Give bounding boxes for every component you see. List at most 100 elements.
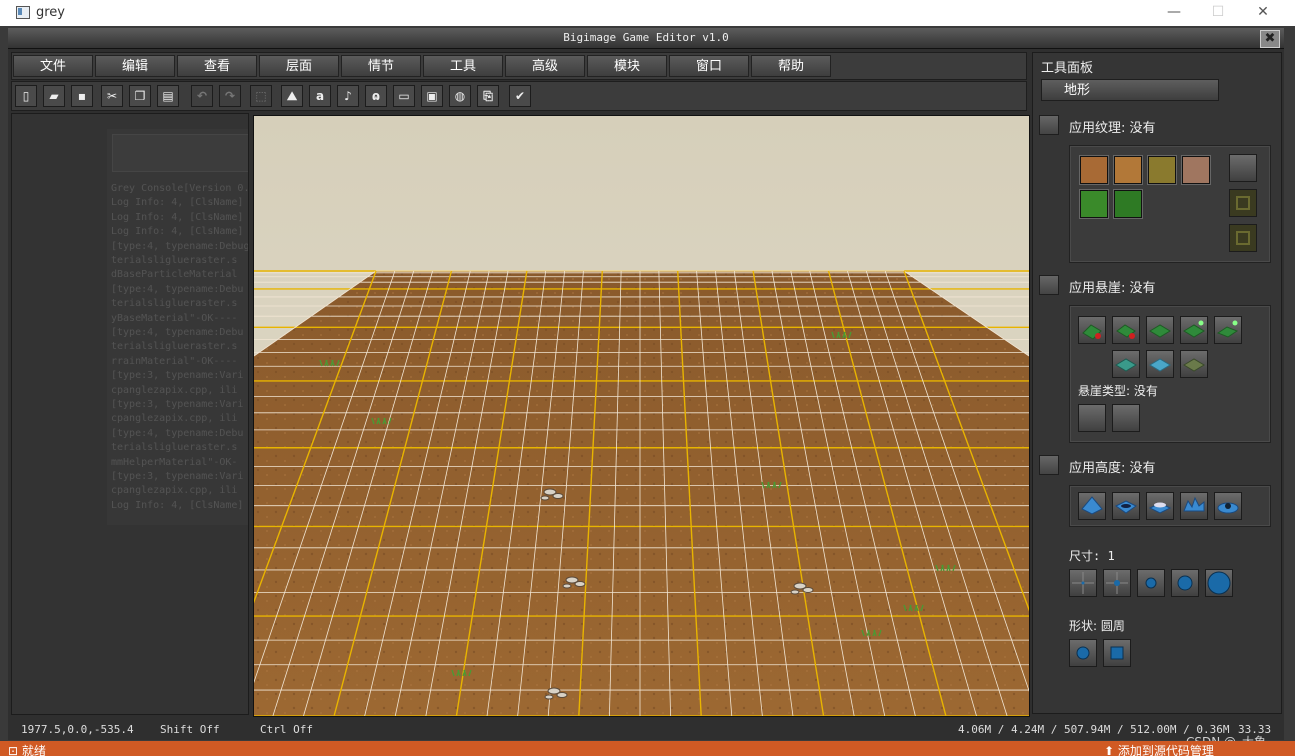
text-icon[interactable]: a bbox=[309, 85, 331, 107]
height-noise-icon[interactable] bbox=[1180, 492, 1208, 520]
texture-slot-empty[interactable] bbox=[1229, 154, 1257, 182]
cliff-water-icon[interactable] bbox=[1112, 350, 1140, 378]
height-smooth-icon[interactable] bbox=[1214, 492, 1242, 520]
toolbar: ▯ ▰ ▪ ✂ ❐ ▤ ↶ ↷ ⬚ ⛰ a ♪ ɷ ▭ ▣ ◍ ⎘ ✔ bbox=[11, 81, 1027, 111]
editor-close-button[interactable]: ✖ bbox=[1260, 30, 1280, 48]
texture-swatch-grass[interactable] bbox=[1080, 190, 1108, 218]
status-bar: 1977.5,0.0,-535.4 Shift Off Ctrl Off 4.0… bbox=[11, 718, 1281, 738]
apply-height-checkbox[interactable] bbox=[1039, 455, 1059, 475]
texture-swatch-sand[interactable] bbox=[1114, 156, 1142, 184]
sound-icon[interactable]: ♪ bbox=[337, 85, 359, 107]
apply-cliff-label: 应用悬崖: 没有 bbox=[1069, 281, 1156, 296]
texture-slot-pattern-1[interactable] bbox=[1229, 189, 1257, 217]
tool-panel: 工具面板 地形 应用纹理: 没有 应用悬崖: 没有 悬崖类型: 没有 应用高度:… bbox=[1032, 52, 1282, 714]
terrain-icon[interactable]: ⛰ bbox=[281, 85, 303, 107]
cliff-raise-icon[interactable] bbox=[1112, 316, 1140, 344]
console-line: Log Info: 4, [ClsName] bbox=[111, 226, 244, 238]
apply-cliff-checkbox[interactable] bbox=[1039, 275, 1059, 295]
texture-swatch-gravel[interactable] bbox=[1182, 156, 1210, 184]
apply-texture-checkbox[interactable] bbox=[1039, 115, 1059, 135]
tab-terrain[interactable]: 地形 bbox=[1041, 79, 1219, 101]
cliff-rock-icon[interactable] bbox=[1180, 350, 1208, 378]
menu-tools[interactable]: 工具 bbox=[423, 55, 503, 77]
open-folder-icon[interactable]: ▰ bbox=[43, 85, 65, 107]
console-line: [type:4, typename:Debu bbox=[111, 327, 244, 338]
menu-help[interactable]: 帮助 bbox=[751, 55, 831, 77]
console-line: [type:3, typename:Vari bbox=[111, 370, 244, 382]
texture-swatch-dark-grass[interactable] bbox=[1114, 190, 1142, 218]
rock-decoration bbox=[574, 581, 586, 587]
brush-shape-label: 形状: 圆周 bbox=[1069, 619, 1125, 633]
brush-size-4-icon[interactable] bbox=[1171, 569, 1199, 597]
cliff-type-label: 悬崖类型: 没有 bbox=[1078, 384, 1158, 398]
cut-icon[interactable]: ✂ bbox=[101, 85, 123, 107]
console-line: Log Info: 4, [ClsName] bbox=[111, 197, 244, 209]
shape-circle-icon[interactable] bbox=[1069, 639, 1097, 667]
menu-scenario[interactable]: 情节 bbox=[341, 55, 421, 77]
brush-size-1-icon[interactable] bbox=[1069, 569, 1097, 597]
texture-slot-pattern-2[interactable] bbox=[1229, 224, 1257, 252]
rock-decoration bbox=[552, 493, 564, 499]
book-icon[interactable]: ▭ bbox=[393, 85, 415, 107]
save-icon[interactable]: ▪ bbox=[71, 85, 93, 107]
menu-layer[interactable]: 层面 bbox=[259, 55, 339, 77]
close-window-button[interactable]: ✕ bbox=[1240, 0, 1286, 26]
window-title: grey bbox=[36, 5, 66, 20]
height-plateau-icon[interactable] bbox=[1146, 492, 1174, 520]
ide-status-ready: ⊡ 就绪 bbox=[8, 744, 46, 756]
apply-height-label: 应用高度: 没有 bbox=[1069, 461, 1156, 476]
console-line: cpanglezapix.cpp, ili bbox=[111, 485, 238, 497]
ide-status-ready-text: 就绪 bbox=[21, 744, 46, 756]
trigger-icon[interactable]: ▣ bbox=[421, 85, 443, 107]
source-control-button[interactable]: ⬆ 添加到源代码管理 bbox=[1104, 742, 1214, 756]
undo-icon[interactable]: ↶ bbox=[191, 85, 213, 107]
console-input-box[interactable] bbox=[112, 134, 248, 172]
cliff-ramp-icon[interactable] bbox=[1214, 316, 1242, 344]
cliff-add-icon[interactable] bbox=[1180, 316, 1208, 344]
check-icon[interactable]: ✔ bbox=[509, 85, 531, 107]
menu-edit[interactable]: 编辑 bbox=[95, 55, 175, 77]
export-icon[interactable]: ⎘ bbox=[477, 85, 499, 107]
menu-file[interactable]: 文件 bbox=[13, 55, 93, 77]
redo-icon[interactable]: ↷ bbox=[219, 85, 241, 107]
status-coordinates: 1977.5,0.0,-535.4 bbox=[21, 723, 134, 736]
cliff-deep-water-icon[interactable] bbox=[1146, 350, 1174, 378]
brush-size-3-icon[interactable] bbox=[1137, 569, 1165, 597]
menu-advanced[interactable]: 高级 bbox=[505, 55, 585, 77]
cliff-flat-icon[interactable] bbox=[1146, 316, 1174, 344]
select-icon[interactable]: ⬚ bbox=[250, 85, 272, 107]
menu-bar: 文件 编辑 查看 层面 情节 工具 高级 模块 窗口 帮助 bbox=[11, 52, 1027, 80]
console-line: Grey Console[Version 0. bbox=[111, 183, 248, 194]
height-lower-icon[interactable] bbox=[1112, 492, 1140, 520]
new-file-icon[interactable]: ▯ bbox=[15, 85, 37, 107]
brush-size-2-icon[interactable] bbox=[1103, 569, 1131, 597]
terrain-grid bbox=[254, 116, 1029, 716]
menu-view[interactable]: 查看 bbox=[177, 55, 257, 77]
menu-modules[interactable]: 模块 bbox=[587, 55, 667, 77]
cliff-type-slot-1[interactable] bbox=[1078, 404, 1106, 432]
cliff-palette: 悬崖类型: 没有 bbox=[1069, 305, 1271, 443]
paste-icon[interactable]: ▤ bbox=[157, 85, 179, 107]
app-window-icon bbox=[16, 6, 30, 19]
terrain-viewport[interactable] bbox=[253, 115, 1030, 717]
height-raise-icon[interactable] bbox=[1078, 492, 1106, 520]
shape-square-icon[interactable] bbox=[1103, 639, 1131, 667]
copy-icon[interactable]: ❐ bbox=[129, 85, 151, 107]
ear-icon[interactable]: ɷ bbox=[365, 85, 387, 107]
height-tools bbox=[1069, 485, 1271, 527]
texture-swatch-moss[interactable] bbox=[1148, 156, 1176, 184]
os-title-bar: grey — ☐ ✕ bbox=[0, 0, 1295, 26]
rock-decoration bbox=[544, 694, 554, 700]
console-overlay: Grey Console[Version 0. Log Info: 4, [Cls… bbox=[107, 129, 248, 525]
minimize-button[interactable]: — bbox=[1151, 0, 1197, 26]
cliff-type-slot-2[interactable] bbox=[1112, 404, 1140, 432]
maximize-button[interactable]: ☐ bbox=[1195, 0, 1241, 26]
menu-window[interactable]: 窗口 bbox=[669, 55, 749, 77]
console-line: rrainMaterial"-OK---- bbox=[111, 355, 238, 367]
object-icon[interactable]: ◍ bbox=[449, 85, 471, 107]
texture-swatch-dirt[interactable] bbox=[1080, 156, 1108, 184]
cliff-lower-icon[interactable] bbox=[1078, 316, 1106, 344]
console-line: Log Info: 4, [ClsName] bbox=[111, 499, 244, 511]
brush-size-5-icon[interactable] bbox=[1205, 569, 1233, 597]
console-line: yBaseMaterial"-OK---- bbox=[111, 312, 238, 324]
